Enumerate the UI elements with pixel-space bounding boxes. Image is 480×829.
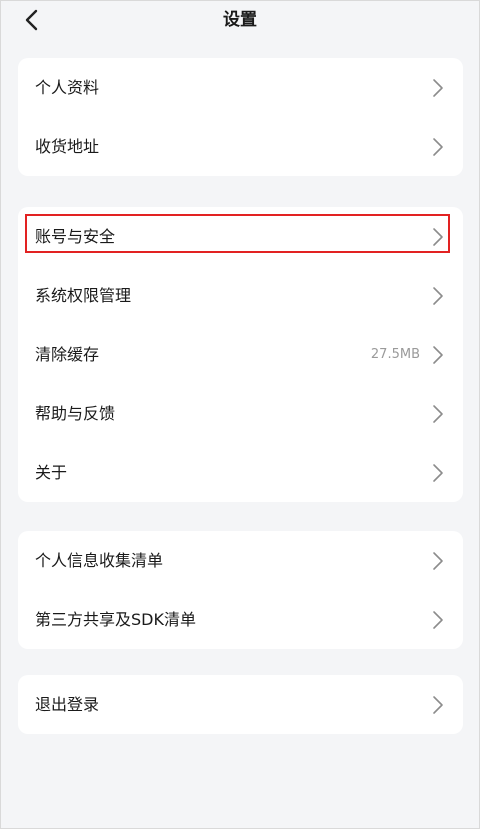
settings-item-permissions[interactable]: 系统权限管理: [18, 266, 463, 325]
settings-item-help-feedback[interactable]: 帮助与反馈: [18, 384, 463, 443]
top-bar: 设置: [1, 1, 479, 41]
card-logout: 退出登录: [18, 675, 463, 734]
chevron-right-icon: [433, 463, 443, 482]
settings-item-address[interactable]: 收货地址: [18, 117, 463, 176]
settings-item-logout[interactable]: 退出登录: [18, 675, 463, 734]
card-account: 账号与安全 系统权限管理 清除缓存 27.5MB 帮助与反馈 关于: [18, 207, 463, 502]
cache-size-value: 27.5MB: [370, 347, 420, 362]
settings-item-third-party-sdk[interactable]: 第三方共享及SDK清单: [18, 590, 463, 649]
settings-item-about[interactable]: 关于: [18, 443, 463, 502]
settings-item-label: 账号与安全: [35, 226, 116, 246]
settings-item-profile[interactable]: 个人资料: [18, 58, 463, 117]
settings-item-account-security[interactable]: 账号与安全: [18, 207, 463, 266]
chevron-right-icon: [433, 345, 443, 364]
card-profile: 个人资料 收货地址: [18, 58, 463, 176]
chevron-right-icon: [433, 610, 443, 629]
card-privacy: 个人信息收集清单 第三方共享及SDK清单: [18, 531, 463, 649]
chevron-right-icon: [433, 286, 443, 305]
chevron-right-icon: [433, 404, 443, 423]
settings-item-label: 第三方共享及SDK清单: [35, 609, 196, 629]
chevron-right-icon: [433, 695, 443, 714]
settings-item-label: 退出登录: [35, 694, 100, 714]
chevron-right-icon: [433, 551, 443, 570]
settings-item-clear-cache[interactable]: 清除缓存 27.5MB: [18, 325, 463, 384]
settings-item-label: 清除缓存: [35, 344, 100, 364]
chevron-right-icon: [433, 78, 443, 97]
page-title: 设置: [223, 10, 257, 30]
settings-item-personal-info-list[interactable]: 个人信息收集清单: [18, 531, 463, 590]
settings-item-label: 个人信息收集清单: [35, 550, 164, 570]
settings-item-label: 帮助与反馈: [35, 403, 116, 423]
chevron-right-icon: [433, 137, 443, 156]
settings-item-label: 系统权限管理: [35, 285, 132, 305]
settings-item-label: 收货地址: [35, 136, 100, 156]
chevron-right-icon: [433, 227, 443, 246]
settings-item-label: 个人资料: [35, 77, 100, 97]
settings-item-label: 关于: [35, 462, 68, 482]
